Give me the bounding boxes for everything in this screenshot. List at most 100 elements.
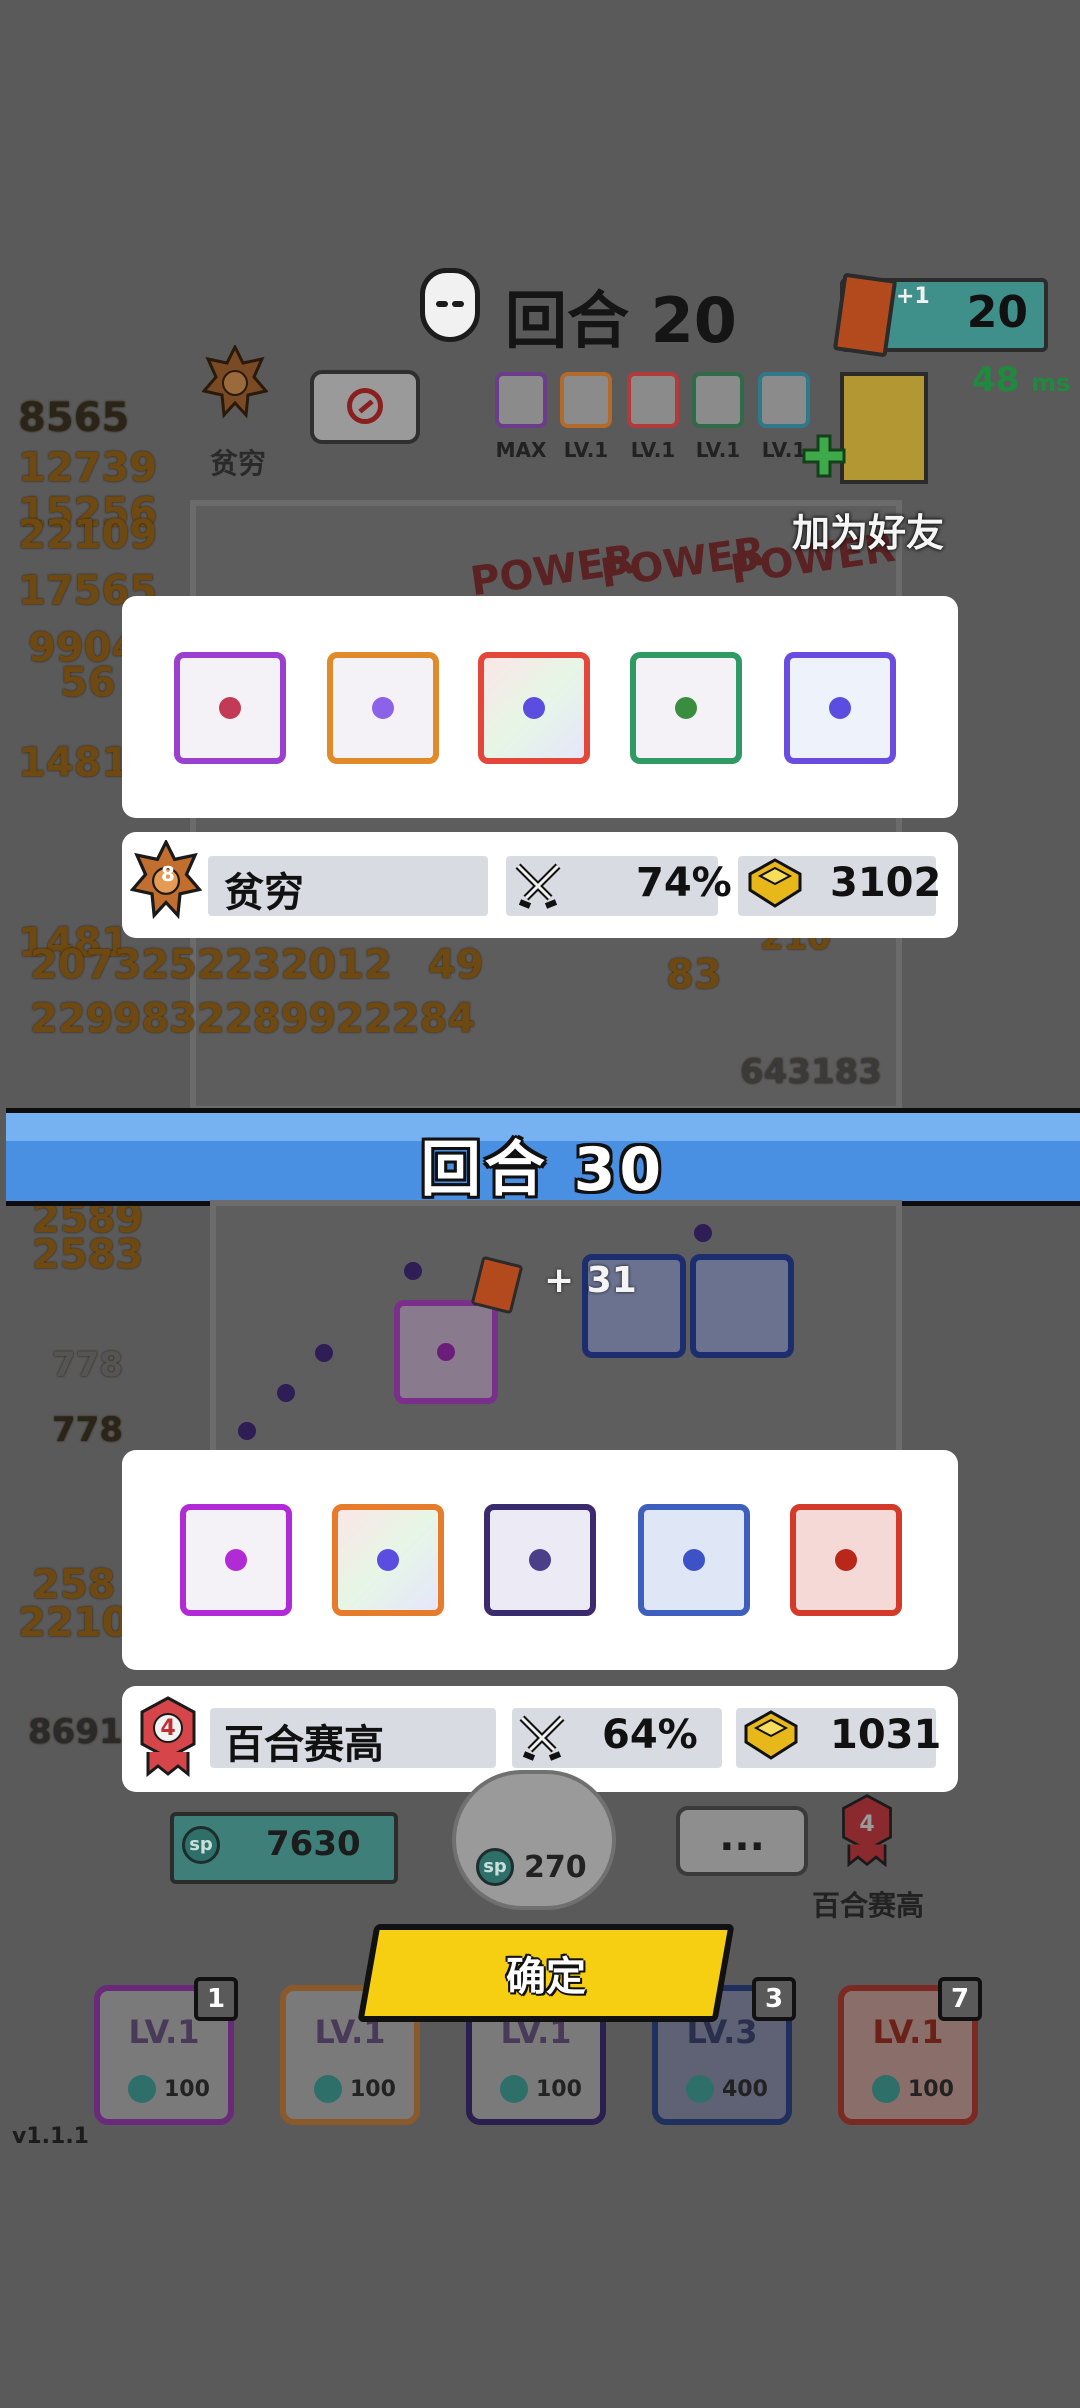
- player2-crit-rate: 64%: [602, 1712, 698, 1758]
- emote-button[interactable]: ...: [676, 1806, 808, 1876]
- boss-hp: 643183: [740, 1052, 882, 1092]
- pip: [523, 697, 545, 719]
- friend-avatar-icon: [840, 372, 928, 484]
- slot-count: 3: [752, 1977, 796, 2021]
- self-name: 百合赛高: [812, 1889, 925, 1922]
- damage-number: 56: [60, 660, 116, 706]
- damage-number: 83: [666, 952, 722, 998]
- pip: [225, 1549, 247, 1571]
- sp-icon: [500, 2075, 528, 2103]
- deck-level: LV.1: [630, 438, 676, 462]
- damage-number: 12739: [18, 445, 158, 491]
- player1-name: 贫穷: [224, 870, 304, 916]
- round-banner: 回合 30: [6, 1108, 1080, 1206]
- projectile: [694, 1224, 712, 1242]
- sp-value: 7630: [266, 1824, 361, 1864]
- damage-number: 778: [52, 1345, 123, 1385]
- damage-number: 2583: [32, 1232, 144, 1278]
- deck-slot-5[interactable]: LV.1 100 7: [838, 1977, 982, 2125]
- ping-unit: ms: [1031, 369, 1071, 397]
- board-die: [690, 1254, 794, 1358]
- plus-icon: [802, 434, 846, 478]
- crossed-swords-icon: [519, 1715, 565, 1761]
- pip: [372, 697, 394, 719]
- pip: [835, 1549, 857, 1571]
- player2-deck-die-scythe: [484, 1504, 596, 1616]
- sp-icon: [128, 2075, 156, 2103]
- damage-number: 22109: [18, 512, 158, 558]
- card-gain: + 31: [544, 1260, 637, 1301]
- sp-icon: [872, 2075, 900, 2103]
- damage-number: 49: [428, 942, 484, 988]
- board-die: [394, 1300, 498, 1404]
- ping-indicator: 48 ms: [972, 360, 1070, 400]
- pip: [377, 1549, 399, 1571]
- trophy-icon: [744, 1710, 798, 1760]
- opponent-rank-icon: [202, 345, 268, 419]
- sp-counter: sp 7630: [170, 1812, 398, 1884]
- player1-rank-number: 8: [161, 862, 175, 886]
- pip: [829, 697, 851, 719]
- damage-number: 8565: [18, 395, 130, 441]
- sp-icon: [686, 2075, 714, 2103]
- player2-deck-die-fire: [790, 1504, 902, 1616]
- sp-icon: [314, 2075, 342, 2103]
- deck-level: MAX: [495, 438, 547, 462]
- projectile: [238, 1422, 256, 1440]
- player1-deck-die-combo: [174, 652, 286, 764]
- deck-level: LV.1: [563, 438, 609, 462]
- round-banner-label: 回合 30: [420, 1135, 666, 1205]
- confirm-button[interactable]: 确定: [357, 1924, 735, 2022]
- mask-icon: [420, 268, 480, 342]
- damage-number: 2299832289922284: [30, 996, 476, 1042]
- pip: [675, 697, 697, 719]
- slot-cost: 100: [536, 2077, 582, 2102]
- opponent-deck-die: [627, 372, 679, 428]
- slot-cost: 100: [908, 2077, 954, 2102]
- player2-deck-die-purple: [180, 1504, 292, 1616]
- player1-deck-die-infinity: [327, 652, 439, 764]
- player1-crit-rate: 74%: [636, 860, 732, 906]
- slot-count: 7: [938, 1977, 982, 2021]
- pip: [529, 1549, 551, 1571]
- deck-slot-1[interactable]: LV.1 100 1: [94, 1977, 238, 2125]
- player1-trophy: 3102: [830, 860, 942, 906]
- card-bonus: +1: [896, 284, 930, 309]
- pip: [219, 697, 241, 719]
- version-label: v1.1.1: [12, 2124, 89, 2149]
- roll-cost: 270: [524, 1850, 587, 1885]
- player1-deck-die-dragon: [630, 652, 742, 764]
- round-indicator: 回合 20: [505, 284, 737, 357]
- player-board-faded: [210, 1200, 902, 1482]
- card-counter: +1 20: [832, 272, 1048, 358]
- projectile: [277, 1384, 295, 1402]
- add-friend-label: 加为好友: [792, 511, 945, 555]
- player2-rank-number: 4: [160, 1716, 176, 1741]
- opponent-deck-die: [692, 372, 744, 428]
- damage-number: 2073252232012: [30, 942, 392, 988]
- trophy-icon: [748, 858, 802, 908]
- block-icon: [347, 388, 383, 424]
- slot-cost: 400: [722, 2077, 768, 2102]
- opponent-deck-die: [560, 372, 612, 428]
- projectile: [404, 1262, 422, 1280]
- damage-number: 2210: [18, 1600, 130, 1646]
- emote-label: ...: [719, 1814, 765, 1860]
- ping-value: 48: [972, 360, 1020, 400]
- pip: [437, 1343, 455, 1361]
- card-count: 20: [966, 287, 1028, 338]
- player1-deck-die-rainbow: [478, 652, 590, 764]
- roll-button[interactable]: sp 270: [452, 1770, 616, 1910]
- player1-deck-die-hands: [784, 652, 896, 764]
- self-rank-number: 4: [859, 1812, 875, 1837]
- opponent-rank-label: 贫穷: [210, 447, 267, 480]
- opponent-deck-die: [495, 372, 547, 428]
- crossed-swords-icon: [515, 863, 561, 909]
- projectile: [315, 1344, 333, 1362]
- player2-name: 百合赛高: [224, 1722, 384, 1768]
- slot-count: 1: [194, 1977, 238, 2021]
- chat-muted-button[interactable]: [310, 370, 420, 444]
- player2-trophy: 1031: [830, 1712, 942, 1758]
- damage-number: 1481: [18, 740, 130, 786]
- slot-cost: 100: [350, 2077, 396, 2102]
